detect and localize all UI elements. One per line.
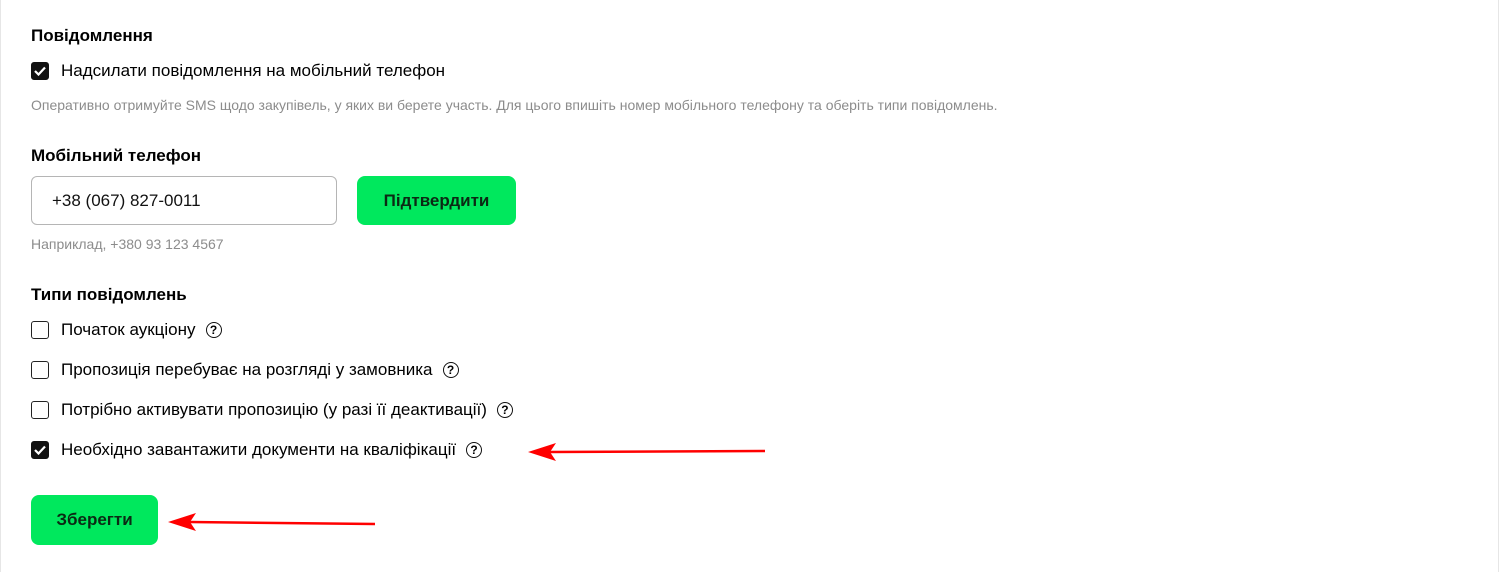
type-option-auction-start[interactable]: Початок аукціону ? [31,319,222,341]
question-circle-icon[interactable]: ? [205,322,222,338]
activate-proposal-checkbox[interactable] [31,401,49,419]
send-sms-option[interactable]: Надсилати повідомлення на мобільний теле… [31,60,445,82]
activate-proposal-label: Потрібно активувати пропозицію (у разі ї… [61,400,487,419]
type-option-upload-documents[interactable]: Необхідно завантажити документи на квалі… [31,439,483,461]
types-heading: Типи повідомлень [31,285,187,304]
auction-start-checkbox[interactable] [31,321,49,339]
save-button[interactable]: Зберегти [31,495,158,545]
phone-heading: Мобільний телефон [31,146,202,165]
phone-input[interactable] [31,176,337,225]
type-option-activate-proposal[interactable]: Потрібно активувати пропозицію (у разі ї… [31,399,513,421]
upload-documents-label: Необхідно завантажити документи на квалі… [61,440,457,459]
checkmark-icon [34,66,46,76]
checkmark-icon [34,445,46,455]
phone-example: Наприклад, +380 93 123 4567 [31,236,224,252]
under-review-label: Пропозиція перебуває на розгляді у замов… [61,360,433,379]
auction-start-label: Початок аукціону [61,320,196,339]
notifications-heading: Повідомлення [31,26,153,45]
question-circle-icon[interactable]: ? [442,362,459,378]
confirm-button[interactable]: Підтвердити [357,176,516,225]
send-sms-checkbox[interactable] [31,62,49,80]
send-sms-label: Надсилати повідомлення на мобільний теле… [61,61,446,80]
question-circle-icon[interactable]: ? [496,402,513,418]
red-arrow-icon [528,443,766,461]
upload-documents-checkbox[interactable] [31,441,49,459]
type-option-under-review[interactable]: Пропозиція перебуває на розгляді у замов… [31,359,459,381]
settings-panel [0,0,1499,572]
question-circle-icon[interactable]: ? [466,442,483,458]
under-review-checkbox[interactable] [31,361,49,379]
sms-description: Оперативно отримуйте SMS щодо закупівель… [31,97,998,113]
red-arrow-icon [168,513,376,531]
